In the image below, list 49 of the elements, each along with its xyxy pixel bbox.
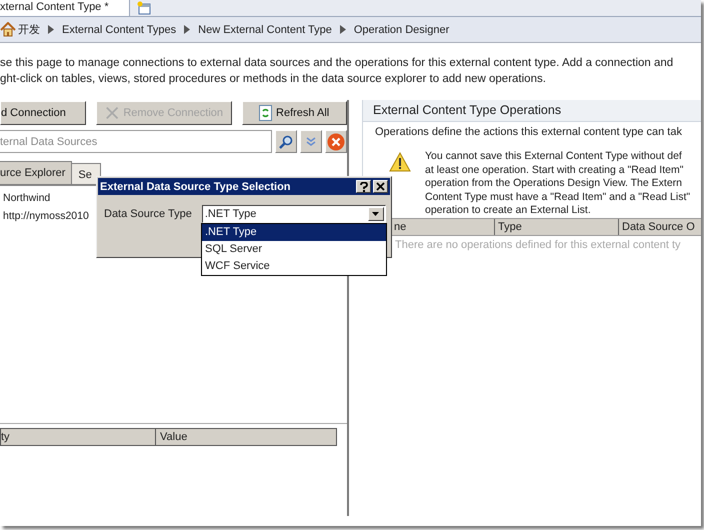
toolbar-button[interactable]: Refresh All: [242, 101, 347, 125]
explorer-tab[interactable]: urce Explorer: [0, 161, 72, 185]
search-icon: [279, 134, 293, 148]
dialog-title: External Data Source Type Selection: [99, 180, 292, 192]
warning-text: at least one operation. Start with creating a "Read Item": [425, 164, 684, 177]
help-icon: [360, 182, 368, 192]
warning-text: operation to create an External List.: [425, 204, 592, 218]
warning-text: operation from the Operations Design View. The Extern: [425, 177, 684, 190]
double-chevron-down-icon: [306, 136, 316, 146]
dropdown-option[interactable]: .NET Type: [202, 224, 386, 241]
field-label: Data Source Type: [104, 208, 192, 220]
section-header: External Content Type Operations: [362, 100, 701, 122]
warning-icon: [389, 152, 411, 172]
dropdown-option[interactable]: WCF Service: [202, 258, 386, 275]
breadcrumb-link[interactable]: New External Content Type: [198, 24, 332, 36]
empty-message: There are no operations defined for this external content ty: [395, 238, 682, 252]
clear-button[interactable]: [325, 130, 347, 153]
refresh-icon: [259, 105, 272, 121]
close-icon: [376, 182, 385, 191]
help-button[interactable]: [356, 180, 371, 193]
column-header: ty: [1, 429, 156, 445]
toolbar-button[interactable]: d Connection: [0, 101, 86, 125]
breadcrumb-link[interactable]: 开发: [18, 22, 40, 37]
section-description: Operations define the actions this external content type can tak: [362, 122, 701, 142]
chevron-right-icon: [48, 25, 54, 34]
new-tab-icon[interactable]: [136, 1, 152, 15]
column-header: Type: [495, 218, 619, 234]
document-tab[interactable]: xternal Content Type *: [0, 0, 130, 16]
close-button[interactable]: [373, 180, 388, 193]
expand-button[interactable]: [300, 130, 322, 153]
column-header: Data Source O: [621, 220, 695, 234]
chevron-right-icon: [184, 25, 190, 34]
close-icon: [327, 132, 345, 150]
warning-text: You cannot save this External Content Type without def: [425, 150, 683, 164]
search-button[interactable]: [275, 130, 297, 153]
type-dropdown[interactable]: .NET Type: [202, 205, 386, 223]
dropdown-arrow-icon: [372, 212, 380, 216]
cross-icon: [105, 105, 120, 121]
search-field[interactable]: ternal Data Sources: [0, 130, 272, 153]
breadcrumb-link[interactable]: Operation Designer: [354, 24, 450, 36]
explorer-tab[interactable]: Se: [72, 163, 102, 185]
home-icon[interactable]: [0, 22, 16, 37]
description-text: ght-click on tables, views, stored procedures or methods in the data source explorer to add new operations.: [0, 72, 547, 87]
column-header: Value: [159, 430, 188, 445]
chevron-right-icon: [340, 25, 346, 34]
description-text: se this page to manage connections to external data sources and the operations for this external content type. Add a connection and: [0, 56, 674, 71]
dropdown-option[interactable]: SQL Server: [202, 241, 386, 258]
warning-text: Content Type must have a "Read Item" and a "Read List": [425, 190, 690, 204]
breadcrumb-link[interactable]: External Content Types: [62, 24, 176, 36]
